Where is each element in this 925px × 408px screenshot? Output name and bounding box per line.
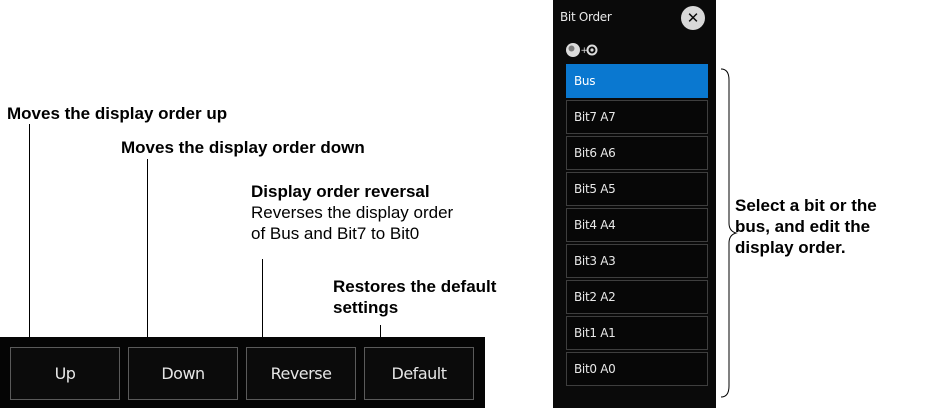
bit-list-item[interactable]: Bit3 A3: [566, 244, 708, 278]
annotation-reverse: Display order reversal Reverses the disp…: [251, 182, 454, 243]
bit-list-item[interactable]: Bit0 A0: [566, 352, 708, 386]
leader-line-down: [147, 159, 148, 350]
up-button[interactable]: Up: [10, 347, 120, 400]
softkey-bar: Up Down Reverse Default: [0, 337, 485, 408]
bit-list-item[interactable]: Bit2 A2: [566, 280, 708, 314]
annotation-default: Restores the default settings: [333, 277, 497, 317]
leader-line-up: [29, 124, 30, 350]
panel-title: Bit Order: [560, 10, 612, 24]
bit-list-item[interactable]: Bit1 A1: [566, 316, 708, 350]
jog-knob-push-icon: +: [566, 43, 598, 57]
bit-list-item[interactable]: Bus: [566, 64, 708, 98]
annotation-select: Select a bit or the bus, and edit the di…: [735, 196, 877, 257]
close-icon[interactable]: ✕: [681, 6, 705, 30]
default-button[interactable]: Default: [364, 347, 474, 400]
bit-order-panel: Bit Order ✕ + Bus Bit7 A7 Bit6 A6 Bit5 A5 Bi…: [553, 0, 716, 408]
bit-list-item[interactable]: Bit7 A7: [566, 100, 708, 134]
bit-list: Bus Bit7 A7 Bit6 A6 Bit5 A5 Bit4 A4 Bit3 A3 Bi…: [566, 64, 708, 388]
down-button[interactable]: Down: [128, 347, 238, 400]
bit-list-item[interactable]: Bit6 A6: [566, 136, 708, 170]
bit-list-item[interactable]: Bit4 A4: [566, 208, 708, 242]
reverse-button[interactable]: Reverse: [246, 347, 356, 400]
bit-list-item[interactable]: Bit5 A5: [566, 172, 708, 206]
bracket: [720, 68, 738, 398]
annotation-up: Moves the display order up: [7, 104, 228, 123]
annotation-down: Moves the display order down: [121, 138, 365, 157]
